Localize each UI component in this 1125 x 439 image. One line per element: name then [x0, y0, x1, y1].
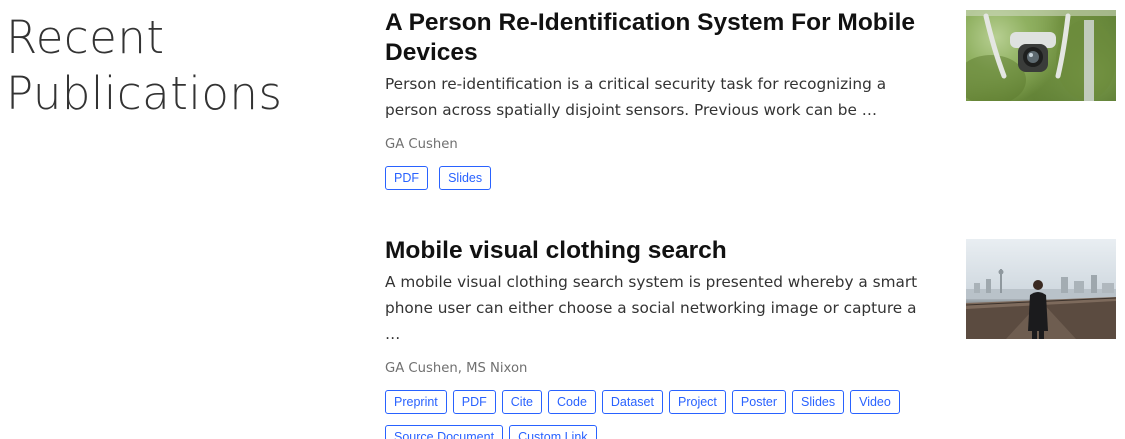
poster-button[interactable]: Poster	[731, 390, 787, 414]
slides-button[interactable]: Slides	[792, 390, 845, 414]
pdf-button[interactable]: PDF	[385, 166, 428, 190]
project-button[interactable]: Project	[669, 390, 726, 414]
slides-button[interactable]: Slides	[439, 166, 492, 190]
drone-photo-image	[966, 10, 1116, 101]
custom-link-button[interactable]: Custom Link	[509, 425, 597, 439]
preprint-button[interactable]: Preprint	[385, 390, 447, 414]
publication-authors: GA Cushen	[385, 137, 458, 152]
publication-title-link[interactable]: Mobile visual clothing search	[385, 236, 945, 266]
publication-summary: Person re-identification is a critical s…	[385, 75, 887, 119]
source-document-button[interactable]: Source Document	[385, 425, 504, 439]
section-title: Recent Publications	[6, 11, 283, 120]
video-button[interactable]: Video	[850, 390, 900, 414]
dataset-button[interactable]: Dataset	[601, 390, 663, 414]
publication-title-link[interactable]: A Person Re-Identification System For Mo…	[385, 8, 945, 68]
code-button[interactable]: Code	[548, 390, 596, 414]
publication-thumbnail-city[interactable]	[966, 239, 1116, 339]
publication-summary: A mobile visual clothing search system i…	[385, 273, 918, 343]
publication-authors: GA Cushen, MS Nixon	[385, 361, 528, 376]
city-bridge-photo-image	[966, 269, 1116, 339]
publication-links: Preprint PDF Cite Code Dataset Project Poster S…	[385, 390, 945, 439]
cite-button[interactable]: Cite	[501, 390, 543, 414]
pdf-button[interactable]: PDF	[452, 390, 496, 414]
publication-thumbnail-drone[interactable]	[966, 10, 1116, 101]
publication-links: PDF Slides	[385, 166, 945, 201]
